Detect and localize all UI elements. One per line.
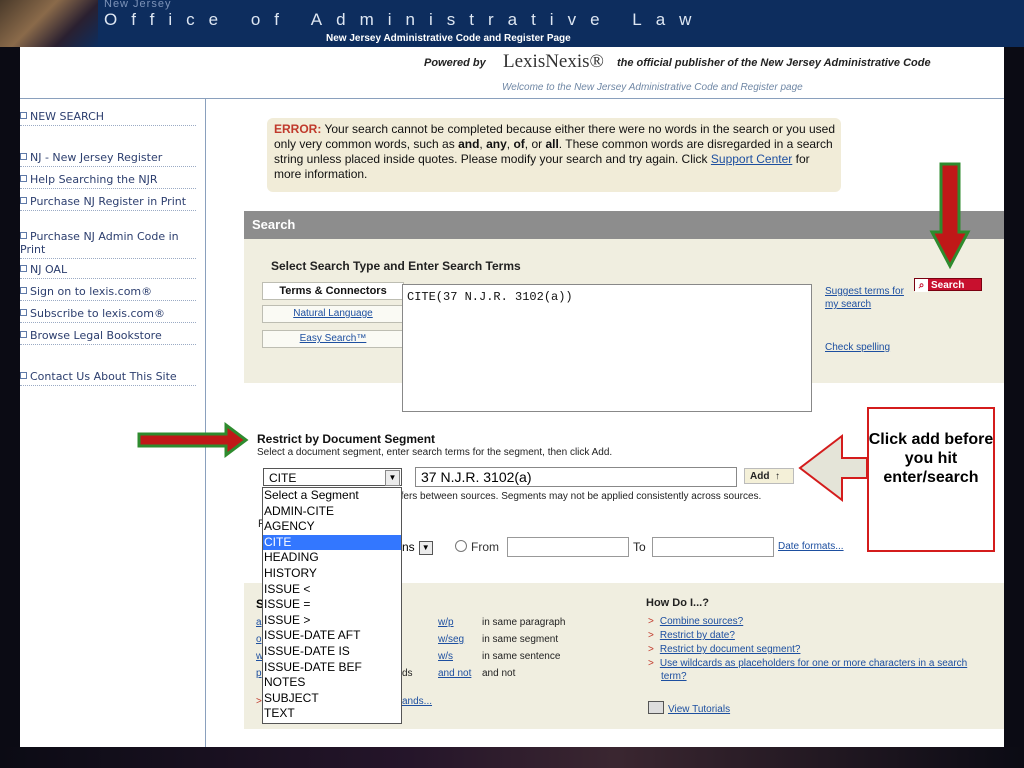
callout-text: Click add before you hit enter/search (868, 431, 994, 486)
green-arrow-down (929, 162, 971, 270)
background-strip (0, 747, 1024, 768)
green-arrow-right (137, 422, 249, 458)
annotation-layer (137, 162, 971, 503)
callout-arrow-left (798, 433, 868, 503)
